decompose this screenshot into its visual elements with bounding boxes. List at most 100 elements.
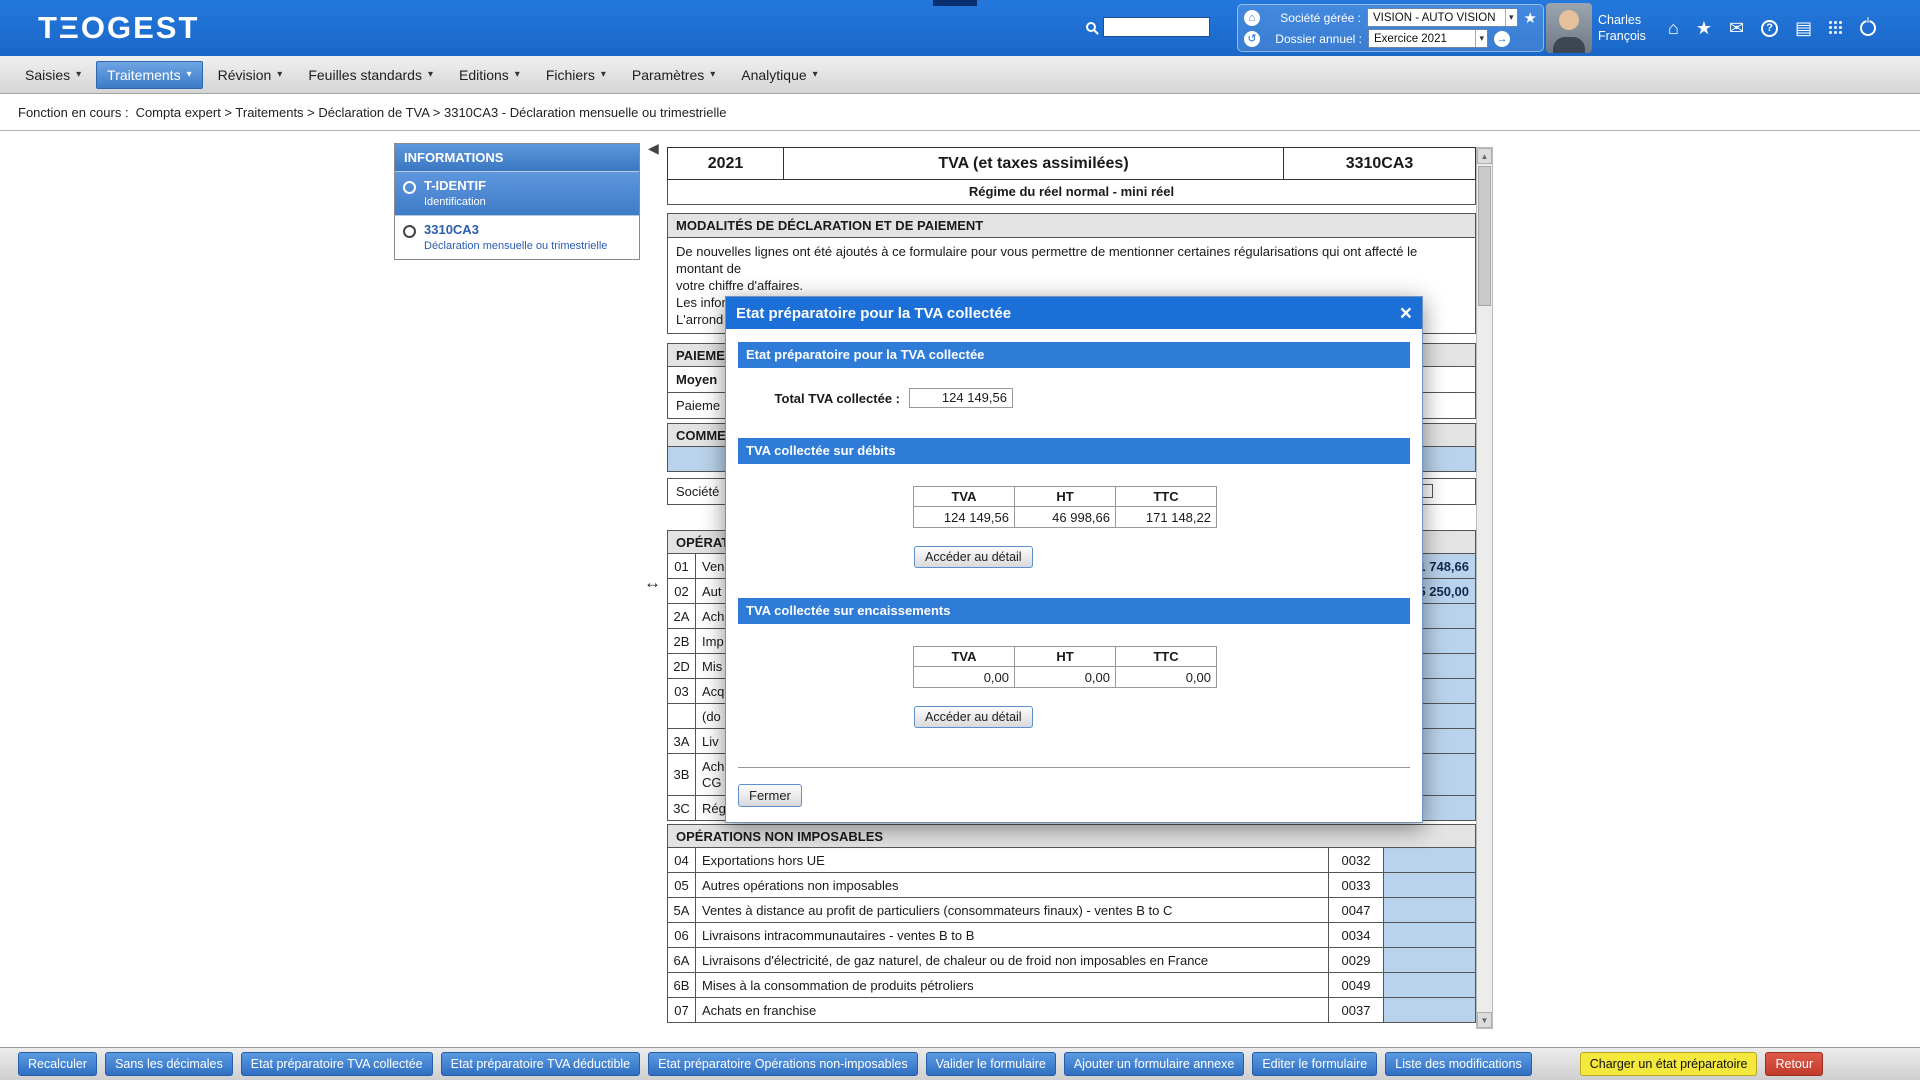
menu-fichiers[interactable]: Fichiers▾ bbox=[535, 61, 617, 89]
chevron-down-icon: ▾ bbox=[76, 69, 81, 80]
documents-icon[interactable]: ▤ bbox=[1795, 18, 1812, 39]
dossier-select[interactable]: Exercice 2021 ▾ bbox=[1368, 29, 1488, 48]
modal-divider bbox=[738, 767, 1410, 768]
radio-icon bbox=[403, 225, 416, 238]
total-tva-label: Total TVA collectée : bbox=[738, 391, 900, 406]
col-tva: TVA bbox=[914, 647, 1015, 667]
menu-saisies[interactable]: Saisies▾ bbox=[14, 61, 92, 89]
favorite-star-icon[interactable]: ★ bbox=[1524, 9, 1537, 27]
ajouter-formulaire-annexe-button[interactable]: Ajouter un formulaire annexe bbox=[1064, 1052, 1245, 1076]
help-icon[interactable]: ? bbox=[1761, 20, 1778, 37]
sidebar-item-3310ca3[interactable]: 3310CA3 Déclaration mensuelle ou trimest… bbox=[395, 215, 639, 259]
sans-decimales-button[interactable]: Sans les décimales bbox=[105, 1052, 233, 1076]
etat-operations-non-imposables-button[interactable]: Etat préparatoire Opérations non-imposab… bbox=[648, 1052, 917, 1076]
value-cell[interactable] bbox=[1383, 848, 1475, 872]
menu-parametres[interactable]: Paramètres▾ bbox=[621, 61, 726, 89]
close-icon[interactable]: × bbox=[1400, 303, 1412, 324]
radio-icon bbox=[403, 181, 416, 194]
total-tva-field: 124 149,56 bbox=[909, 388, 1013, 408]
value-cell[interactable] bbox=[1383, 898, 1475, 922]
form-row-06: 06 Livraisons intracommunautaires - vent… bbox=[667, 922, 1476, 948]
valider-formulaire-button[interactable]: Valider le formulaire bbox=[926, 1052, 1056, 1076]
breadcrumb-path: Compta expert > Traitements > Déclaratio… bbox=[136, 105, 727, 120]
charger-etat-preparatoire-button[interactable]: Charger un état préparatoire bbox=[1580, 1052, 1758, 1076]
col-ttc: TTC bbox=[1116, 647, 1217, 667]
home-icon[interactable]: ⌂ bbox=[1668, 18, 1679, 39]
top-tab bbox=[933, 0, 977, 6]
chevron-down-icon: ▾ bbox=[515, 69, 520, 80]
acceder-detail-debits-button[interactable]: Accéder au détail bbox=[914, 546, 1033, 568]
modalites-header: MODALITÉS DE DÉCLARATION ET DE PAIEMENT bbox=[668, 214, 1475, 238]
sidebar-item-code: T-IDENTIF bbox=[424, 178, 486, 193]
app-logo: TΞOGEST bbox=[38, 10, 199, 46]
chevron-down-icon: ▾ bbox=[1505, 9, 1514, 26]
sidebar-item-code: 3310CA3 bbox=[424, 222, 607, 237]
encaissements-section-title: TVA collectée sur encaissements bbox=[738, 598, 1410, 624]
form-row-07: 07 Achats en franchise 0037 bbox=[667, 997, 1476, 1023]
chevron-down-icon: ▾ bbox=[813, 69, 818, 80]
search-icon bbox=[1086, 22, 1096, 32]
menu-traitements[interactable]: Traitements▾ bbox=[96, 61, 202, 89]
debits-tva-value: 124 149,56 bbox=[914, 507, 1015, 528]
menu-feuilles-standards[interactable]: Feuilles standards▾ bbox=[297, 61, 444, 89]
acceder-detail-encaissements-button[interactable]: Accéder au détail bbox=[914, 706, 1033, 728]
form-year: 2021 bbox=[667, 147, 784, 180]
user-name: Charles François bbox=[1598, 12, 1646, 44]
form-scrollbar[interactable]: ▲ ▼ bbox=[1476, 147, 1493, 1029]
action-bar: Recalculer Sans les décimales Etat prépa… bbox=[0, 1047, 1920, 1080]
chevron-down-icon: ▾ bbox=[428, 69, 433, 80]
recalculer-button[interactable]: Recalculer bbox=[18, 1052, 97, 1076]
modal-body: Etat préparatoire pour la TVA collectée … bbox=[726, 342, 1422, 807]
menu-editions[interactable]: Editions▾ bbox=[448, 61, 531, 89]
avatar[interactable] bbox=[1546, 3, 1592, 53]
sidebar-item-label: Identification bbox=[424, 196, 486, 208]
form-regime: Régime du réel normal - mini réel bbox=[667, 179, 1476, 205]
etat-tva-deductible-button[interactable]: Etat préparatoire TVA déductible bbox=[441, 1052, 641, 1076]
liste-modifications-button[interactable]: Liste des modifications bbox=[1385, 1052, 1531, 1076]
etat-preparatoire-modal: Etat préparatoire pour la TVA collectée … bbox=[725, 296, 1423, 823]
value-cell[interactable] bbox=[1383, 923, 1475, 947]
menu-revision[interactable]: Révision▾ bbox=[207, 61, 294, 89]
form-code: 3310CA3 bbox=[1283, 147, 1476, 180]
sidebar-item-t-identif[interactable]: T-IDENTIF Identification bbox=[395, 171, 639, 215]
go-arrow-icon[interactable]: → bbox=[1494, 31, 1510, 47]
apps-grid-icon[interactable] bbox=[1829, 21, 1843, 35]
scroll-down-icon[interactable]: ▼ bbox=[1477, 1012, 1492, 1028]
value-cell[interactable] bbox=[1383, 998, 1475, 1022]
form-row-6b: 6B Mises à la consommation de produits p… bbox=[667, 972, 1476, 998]
retour-button[interactable]: Retour bbox=[1765, 1052, 1823, 1076]
modal-section-title: Etat préparatoire pour la TVA collectée bbox=[738, 342, 1410, 368]
societe-select[interactable]: VISION - AUTO VISION ▾ bbox=[1367, 8, 1518, 27]
encaissements-table: TVA HT TTC 0,00 0,00 0,00 bbox=[913, 646, 1217, 688]
scroll-up-icon[interactable]: ▲ bbox=[1477, 148, 1492, 164]
power-icon[interactable] bbox=[1860, 20, 1876, 36]
favorites-icon[interactable]: ★ bbox=[1696, 18, 1712, 39]
form-row-5a: 5A Ventes à distance au profit de partic… bbox=[667, 897, 1476, 923]
app-header: TΞOGEST ⌂ Société gérée : VISION - AUTO … bbox=[0, 0, 1920, 56]
fermer-button[interactable]: Fermer bbox=[738, 784, 802, 807]
informations-panel: INFORMATIONS T-IDENTIF Identification 33… bbox=[394, 143, 640, 260]
dossier-back-icon[interactable]: ↺ bbox=[1244, 31, 1260, 47]
col-ttc: TTC bbox=[1116, 487, 1217, 507]
chevron-down-icon: ▾ bbox=[1475, 30, 1484, 47]
value-cell[interactable] bbox=[1383, 948, 1475, 972]
debits-ttc-value: 171 148,22 bbox=[1116, 507, 1217, 528]
splitter-handle-icon[interactable]: ↔ bbox=[644, 573, 661, 593]
value-cell[interactable] bbox=[1383, 973, 1475, 997]
value-cell[interactable] bbox=[1383, 873, 1475, 897]
etat-tva-collectee-button[interactable]: Etat préparatoire TVA collectée bbox=[241, 1052, 433, 1076]
form-title: TVA (et taxes assimilées) bbox=[783, 147, 1284, 180]
mail-icon[interactable]: ✉ bbox=[1729, 18, 1744, 39]
breadcrumb: Fonction en cours : Compta expert > Trai… bbox=[0, 94, 1920, 131]
search-input[interactable] bbox=[1103, 17, 1210, 37]
scrollbar-thumb[interactable] bbox=[1478, 166, 1491, 306]
menu-analytique[interactable]: Analytique▾ bbox=[730, 61, 828, 89]
debits-ht-value: 46 998,66 bbox=[1015, 507, 1116, 528]
editer-formulaire-button[interactable]: Editer le formulaire bbox=[1252, 1052, 1377, 1076]
collapse-panel-icon[interactable]: ◀ bbox=[648, 140, 659, 157]
form-row-05: 05 Autres opérations non imposables 0033 bbox=[667, 872, 1476, 898]
chevron-down-icon: ▾ bbox=[601, 69, 606, 80]
non-imposables-header: OPÉRATIONS NON IMPOSABLES bbox=[667, 824, 1476, 848]
main-menu: Saisies▾ Traitements▾ Révision▾ Feuilles… bbox=[0, 56, 1920, 94]
societe-label: Société gérée : bbox=[1266, 11, 1361, 25]
